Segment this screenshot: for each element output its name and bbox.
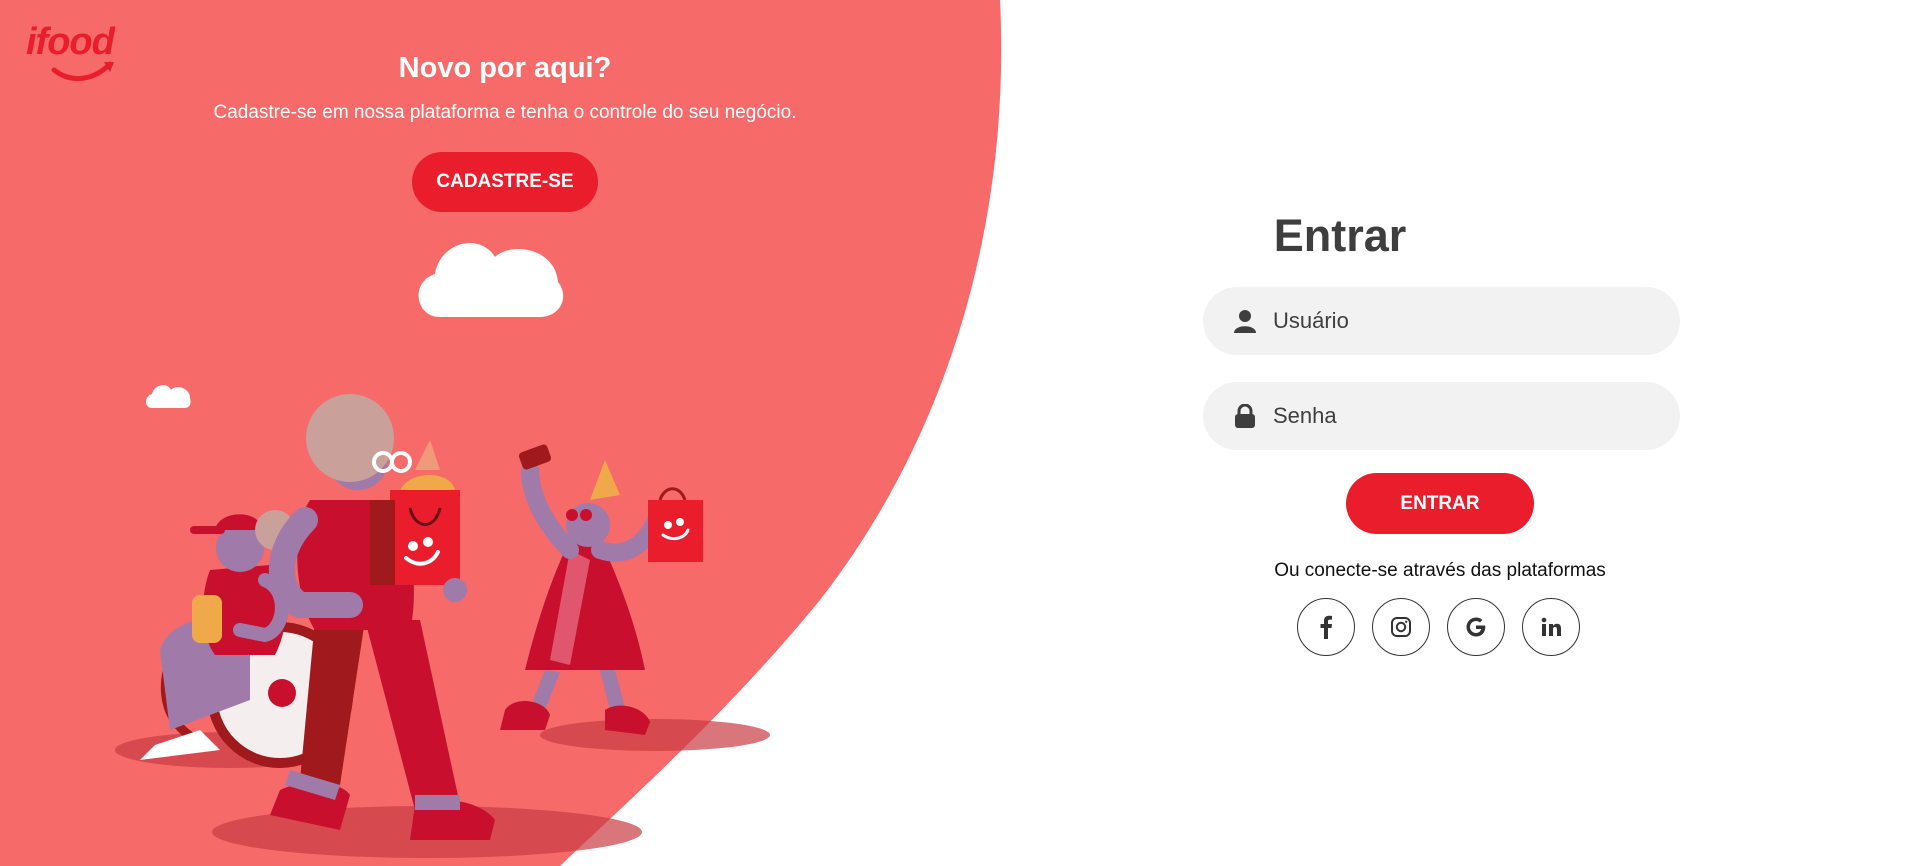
facebook-icon xyxy=(1320,615,1332,639)
linkedin-button[interactable] xyxy=(1522,598,1580,656)
social-login-buttons xyxy=(1297,598,1580,656)
google-button[interactable] xyxy=(1447,598,1505,656)
facebook-button[interactable] xyxy=(1297,598,1355,656)
instagram-icon xyxy=(1391,617,1411,637)
instagram-button[interactable] xyxy=(1372,598,1430,656)
google-icon xyxy=(1466,617,1486,637)
hero-subtitle: Cadastre-se em nossa plataforma e tenha … xyxy=(213,102,797,123)
lock-icon xyxy=(1233,404,1257,428)
cloud-large-icon xyxy=(418,242,564,317)
login-button[interactable]: ENTRAR xyxy=(1346,473,1534,534)
hero-title: Novo por aqui? xyxy=(398,52,612,84)
login-page: ifood Novo por aqui? Cadastre-se em noss… xyxy=(0,0,1919,866)
password-field[interactable] xyxy=(1203,382,1680,450)
social-login-text: Ou conecte-se através das plataformas xyxy=(1274,560,1606,581)
username-field[interactable] xyxy=(1203,287,1680,355)
signup-button[interactable]: CADASTRE-SE xyxy=(412,152,598,212)
login-title: Entrar xyxy=(1273,210,1407,261)
password-input[interactable] xyxy=(1273,396,1653,436)
user-icon xyxy=(1233,309,1257,333)
username-input[interactable] xyxy=(1273,301,1653,341)
linkedin-icon xyxy=(1541,617,1561,636)
people-shopping-illustration xyxy=(115,394,770,858)
